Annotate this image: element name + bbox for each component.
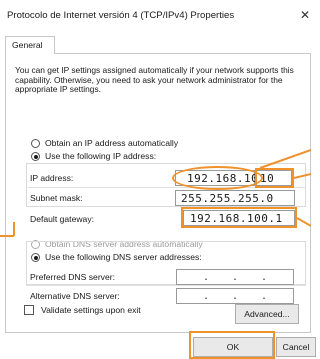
annotation-line-octet: [293, 173, 311, 179]
tab-general[interactable]: General: [5, 36, 55, 54]
tab-general-label: General: [12, 40, 43, 50]
annotation-line-ip: [259, 149, 311, 169]
annotation-line-gateway: [296, 217, 311, 227]
